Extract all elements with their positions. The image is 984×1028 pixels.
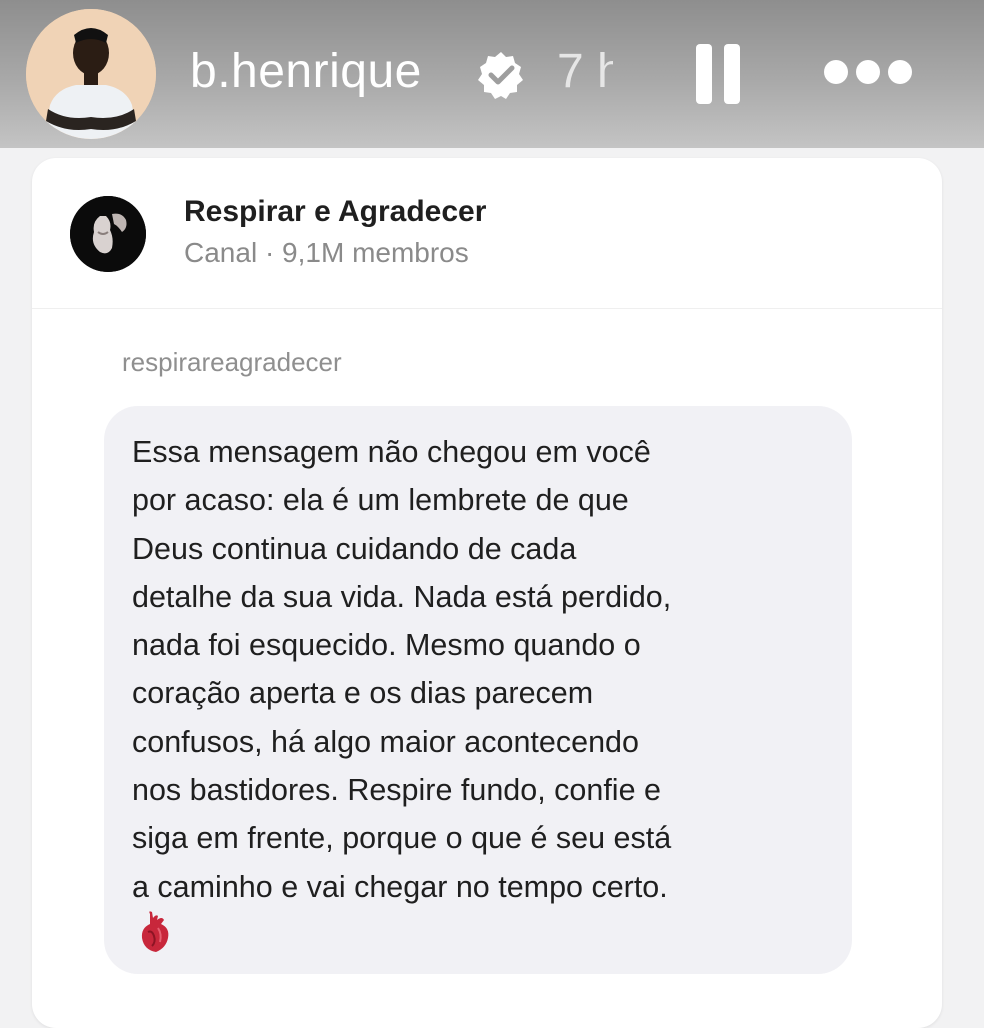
- anatomical-heart-icon: [141, 911, 169, 952]
- story-header: b.henrique 7 h: [0, 0, 984, 148]
- profile-avatar[interactable]: [26, 9, 156, 139]
- channel-avatar[interactable]: [70, 196, 146, 272]
- more-options-button[interactable]: [820, 56, 912, 88]
- shared-channel-post-card[interactable]: Respirar e Agradecer Canal · 9,1M membro…: [32, 158, 942, 1028]
- message-sender: respirareagradecer: [122, 347, 342, 377]
- more-options-icon: [824, 60, 848, 84]
- profile-photo: [26, 9, 156, 139]
- message-text: Essa mensagem não chegou em você por aca…: [132, 435, 672, 904]
- channel-meta: Canal · 9,1M membros: [184, 237, 469, 268]
- more-options-icon: [856, 60, 880, 84]
- verified-badge-icon: [478, 52, 523, 99]
- divider: [32, 308, 942, 309]
- story-timestamp: 7 h: [557, 45, 613, 98]
- pause-icon: [724, 44, 740, 104]
- channel-name[interactable]: Respirar e Agradecer: [184, 192, 486, 232]
- story-username[interactable]: b.henrique: [190, 42, 422, 102]
- message-bubble: Essa mensagem não chegou em você por aca…: [104, 406, 852, 974]
- pause-icon: [696, 44, 712, 104]
- more-options-icon: [888, 60, 912, 84]
- channel-logo-icon: [70, 196, 146, 272]
- pause-button[interactable]: [696, 44, 744, 104]
